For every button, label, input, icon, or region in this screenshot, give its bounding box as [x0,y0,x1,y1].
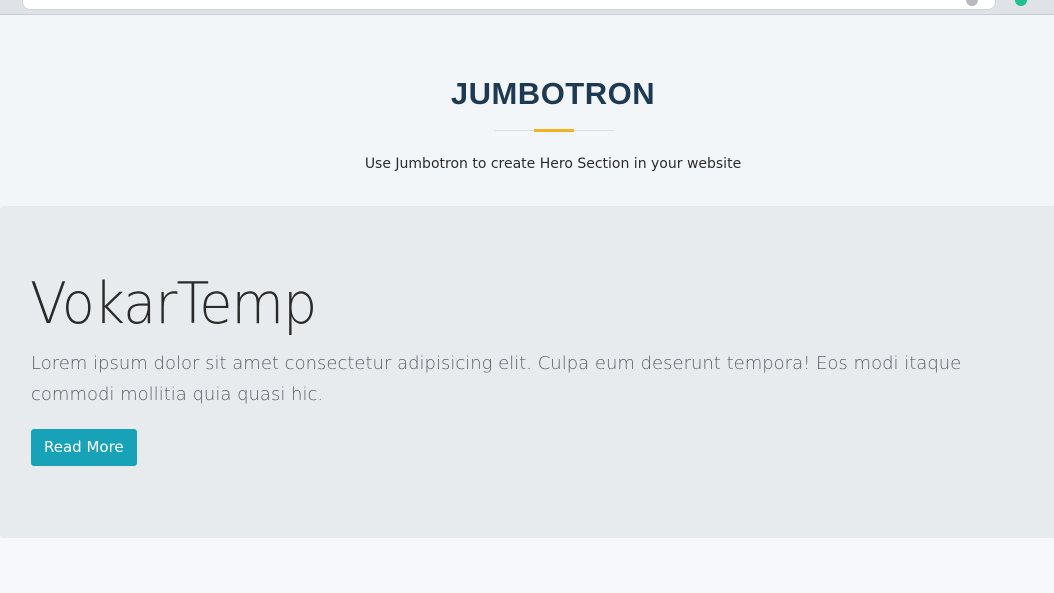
section-subtitle: Use Jumbotron to create Hero Section in … [364,156,742,172]
title-divider-accent [534,129,574,132]
page-content: JUMBOTRON Use Jumbotron to create Hero S… [0,15,1054,593]
section-heading: JUMBOTRON Use Jumbotron to create Hero S… [0,15,1054,206]
jumbotron-title: VokarTemp [30,270,317,337]
page-bottom-area [0,538,1054,593]
section-title: JUMBOTRON [450,76,656,111]
extension-green-icon[interactable] [1015,0,1027,6]
jumbotron-lead-text: Lorem ipsum dolor sit amet consectetur a… [31,353,962,405]
read-more-button[interactable]: Read More [31,429,137,466]
jumbotron: VokarTemp Lorem ipsum dolor sit amet con… [0,206,1054,538]
browser-chrome-strip [0,0,1054,15]
address-bar[interactable] [22,0,996,10]
